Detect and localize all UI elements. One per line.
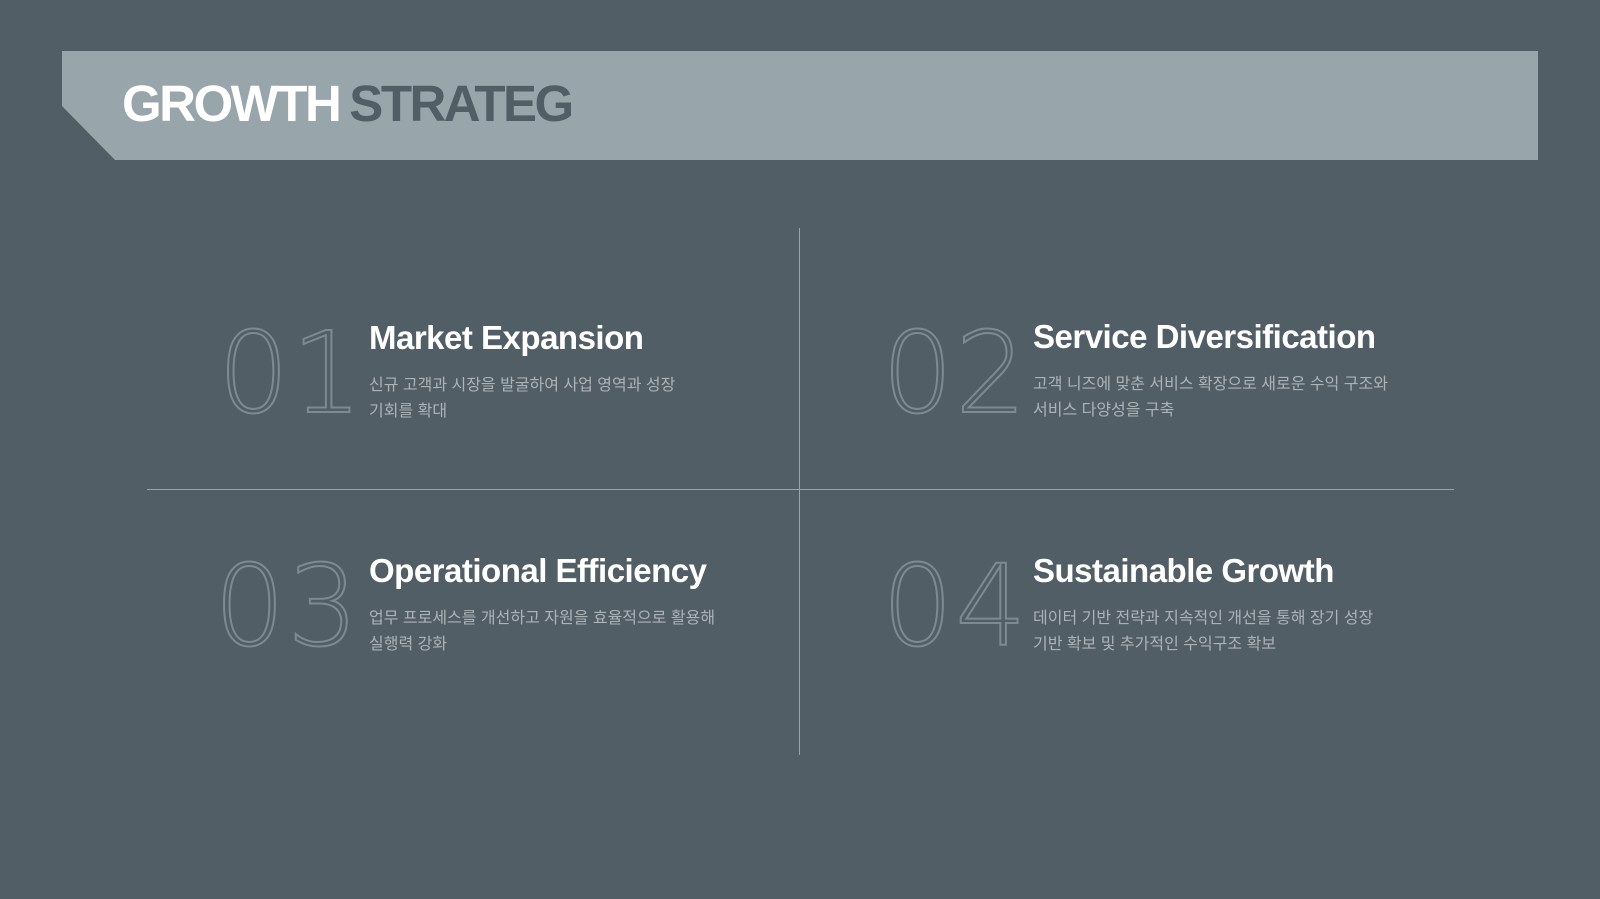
item-description: 고객 니즈에 맞춘 서비스 확장으로 새로운 수익 구조와 서비스 다양성을 구… xyxy=(1033,372,1433,424)
item-number: 03 xyxy=(213,542,361,672)
item-description-line: 데이터 기반 전략과 지속적인 개선을 통해 장기 성장 xyxy=(1033,610,1374,627)
item-description-line: 기회를 확대 xyxy=(369,403,448,420)
horizontal-divider xyxy=(147,489,1454,490)
item-description-line: 서비스 다양성을 구축 xyxy=(1033,402,1175,419)
item-title: Sustainable Growth xyxy=(1033,552,1334,589)
slide: GROWTH STRATEG 01 Market Expansion 신규 고객과… xyxy=(0,0,1600,899)
slide-title: GROWTH STRATEG xyxy=(122,73,574,135)
slide-title-part1: GROWTH xyxy=(122,75,342,132)
vertical-divider xyxy=(799,228,800,755)
item-number: 02 xyxy=(881,309,1029,439)
item-description-line: 고객 니즈에 맞춘 서비스 확장으로 새로운 수익 구조와 xyxy=(1033,376,1388,393)
slide-title-part2: STRATEG xyxy=(349,75,574,132)
item-description-line: 기반 확보 및 추가적인 수익구조 확보 xyxy=(1033,636,1277,653)
item-number: 01 xyxy=(217,309,365,439)
item-title: Market Expansion xyxy=(369,319,644,356)
item-description: 업무 프로세스를 개선하고 자원을 효율적으로 활용해 실행력 강화 xyxy=(369,606,759,658)
item-description: 신규 고객과 시장을 발굴하여 사업 영역과 성장 기회를 확대 xyxy=(369,373,759,425)
item-description: 데이터 기반 전략과 지속적인 개선을 통해 장기 성장 기반 확보 및 추가적… xyxy=(1033,606,1433,658)
item-description-line: 신규 고객과 시장을 발굴하여 사업 영역과 성장 xyxy=(369,377,676,394)
item-title: Service Diversification xyxy=(1033,318,1376,355)
item-title: Operational Efficiency xyxy=(369,552,707,589)
item-description-line: 업무 프로세스를 개선하고 자원을 효율적으로 활용해 xyxy=(369,610,716,627)
item-description-line: 실행력 강화 xyxy=(369,636,448,653)
item-number: 04 xyxy=(881,542,1029,672)
